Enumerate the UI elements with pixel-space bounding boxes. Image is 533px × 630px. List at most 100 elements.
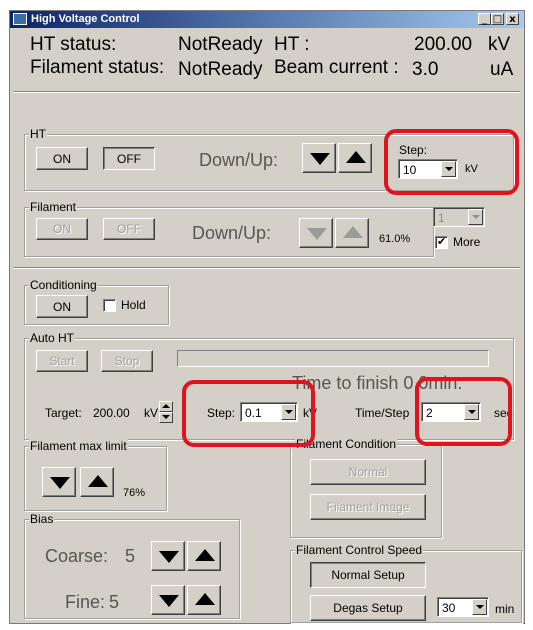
conditioning-legend: Conditioning	[29, 278, 98, 292]
beam-current-unit: uA	[490, 59, 514, 80]
minutes-unit: min	[495, 602, 515, 616]
auto-step-label: Step:	[207, 406, 236, 420]
target-value: 200.00	[93, 406, 130, 420]
ht-kv-label: HT :	[274, 34, 310, 55]
arrow-down-icon	[159, 595, 179, 607]
bias-group: Bias Coarse: 5 Fine: 5	[24, 512, 240, 619]
filament-percent: 61.0%	[379, 233, 411, 245]
minutes-value: 30	[442, 601, 456, 615]
time-to-finish: Time to finish 0.0min.	[292, 373, 463, 393]
auto-step-value: 0.1	[245, 406, 262, 420]
close-button[interactable]: x	[506, 13, 519, 25]
ht-group-legend: HT	[29, 127, 47, 141]
filament-downup-label: Down/Up:	[192, 223, 272, 243]
target-spinner[interactable]	[159, 401, 173, 423]
spinner-up-icon[interactable]	[159, 401, 173, 412]
chevron-down-icon[interactable]	[472, 599, 487, 615]
auto-ht-stop-button[interactable]: Stop	[101, 350, 153, 372]
maximize-button[interactable]: □	[491, 13, 504, 25]
filament-down-button[interactable]	[299, 218, 333, 248]
auto-ht-legend: Auto HT	[29, 331, 76, 345]
fine-up-button[interactable]	[187, 585, 221, 615]
coarse-down-button[interactable]	[151, 541, 185, 571]
app-icon	[13, 13, 27, 25]
minimize-button[interactable]: _	[478, 13, 491, 25]
high-voltage-window: High Voltage Control _ □ x HT status: No…	[9, 10, 525, 624]
ht-off-button[interactable]: OFF	[103, 147, 155, 170]
spinner-down-icon[interactable]	[159, 412, 173, 423]
max-limit-up-button[interactable]	[80, 467, 114, 497]
title-bar[interactable]: High Voltage Control _ □ x	[10, 11, 524, 28]
ht-group: HT ON OFF Down/Up: Step: 10 kV	[24, 127, 514, 191]
auto-ht-group: Auto HT Start Stop Time to finish 0.0min…	[24, 331, 514, 440]
filament-condition-legend: Filament Condition	[295, 437, 398, 451]
time-step-select[interactable]: 2	[421, 402, 481, 422]
normal-button[interactable]: Normal	[310, 459, 426, 485]
minutes-select[interactable]: 30	[437, 597, 489, 617]
arrow-up-icon	[195, 593, 215, 605]
ht-kv-value: 200.00	[414, 34, 473, 55]
separator	[14, 91, 520, 93]
time-step-label: Time/Step	[355, 406, 410, 420]
normal-setup-button[interactable]: Normal Setup	[310, 562, 426, 588]
conditioning-on-button[interactable]: ON	[36, 295, 88, 318]
arrow-down-icon	[307, 228, 327, 240]
arrow-down-icon	[50, 477, 70, 489]
arrow-up-icon	[195, 549, 215, 561]
filament-speed-group: Filament Control Speed Normal Setup Dega…	[290, 543, 522, 623]
beam-current-label: Beam current :	[274, 57, 399, 78]
coarse-label: Coarse:	[45, 546, 109, 566]
coarse-up-button[interactable]	[187, 541, 221, 571]
window-title: High Voltage Control	[31, 13, 140, 25]
ht-kv-unit: kV	[488, 34, 511, 55]
ht-step-label: Step:	[399, 143, 428, 157]
ht-downup-label: Down/Up:	[199, 150, 279, 170]
max-limit-percent: 76%	[123, 487, 146, 499]
filament-value-select[interactable]: 1	[433, 207, 485, 227]
filament-off-button[interactable]: OFF	[103, 218, 155, 240]
ht-down-button[interactable]	[302, 143, 336, 173]
filament-max-limit-legend: Filament max limit	[29, 439, 128, 453]
auto-ht-progress-bar	[177, 350, 489, 367]
conditioning-group: Conditioning ON Hold	[24, 278, 169, 325]
more-checkbox[interactable]	[435, 235, 448, 249]
ht-on-button[interactable]: ON	[36, 147, 88, 170]
chevron-down-icon[interactable]	[281, 404, 296, 420]
filament-condition-group: Filament Condition Normal Filament Image	[290, 437, 442, 538]
degas-setup-button[interactable]: Degas Setup	[310, 595, 426, 621]
filament-status-value: NotReady	[178, 59, 263, 80]
ht-step-select[interactable]: 10	[398, 159, 458, 179]
time-step-value: 2	[426, 406, 433, 420]
coarse-value: 5	[125, 546, 136, 566]
auto-step-select[interactable]: 0.1	[240, 402, 298, 422]
target-unit: kV	[144, 406, 159, 420]
fine-down-button[interactable]	[151, 585, 185, 615]
chevron-down-icon[interactable]	[464, 404, 479, 420]
target-label: Target:	[45, 406, 82, 420]
filament-on-button[interactable]: ON	[36, 218, 88, 240]
filament-select-value: 1	[438, 211, 445, 225]
filament-up-button[interactable]	[335, 218, 369, 248]
filament-group-legend: Filament	[29, 200, 78, 214]
auto-ht-start-button[interactable]: Start	[36, 350, 88, 372]
ht-status-label: HT status:	[30, 34, 117, 55]
ht-up-button[interactable]	[338, 143, 372, 173]
fine-value: 5	[109, 592, 120, 612]
hold-checkbox[interactable]	[103, 299, 116, 312]
hold-label: Hold	[121, 298, 146, 312]
time-step-unit: sec	[494, 406, 513, 420]
chevron-down-icon[interactable]	[441, 161, 456, 177]
filament-status-label: Filament status:	[30, 57, 165, 78]
ht-step-unit: kV	[465, 163, 478, 175]
auto-step-unit: kV	[303, 406, 318, 420]
chevron-down-icon[interactable]	[468, 209, 483, 225]
max-limit-down-button[interactable]	[42, 467, 76, 497]
arrow-up-icon	[88, 475, 108, 487]
arrow-up-icon	[346, 151, 366, 163]
bias-legend: Bias	[29, 512, 55, 526]
beam-current-value: 3.0	[412, 59, 439, 80]
ht-status-value: NotReady	[178, 34, 263, 55]
filament-image-button[interactable]: Filament Image	[310, 494, 426, 520]
more-label: More	[453, 235, 481, 249]
filament-speed-legend: Filament Control Speed	[295, 543, 424, 557]
